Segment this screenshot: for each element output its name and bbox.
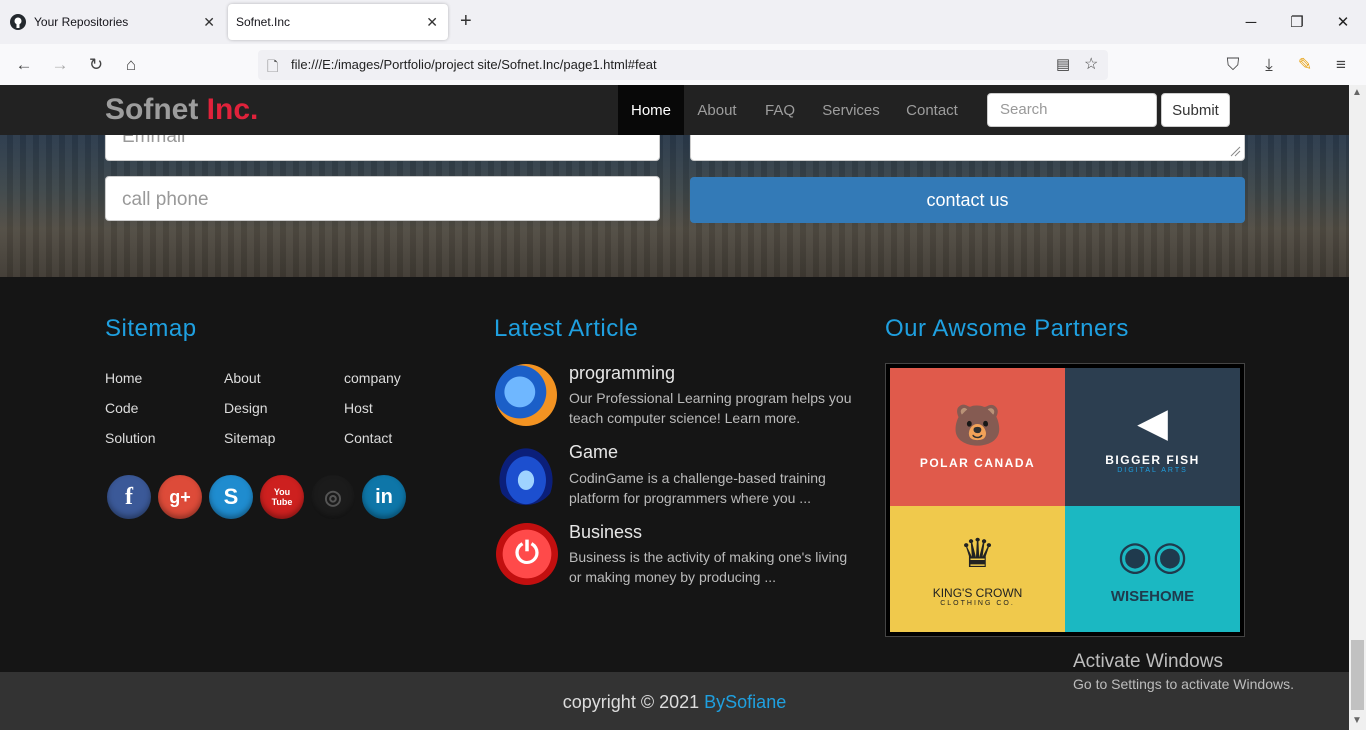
brand-main: Sofnet [105, 93, 199, 126]
sitemap-link-host[interactable]: Host [344, 400, 373, 416]
reload-icon[interactable]: ↻ [83, 52, 109, 78]
tab-label: Sofnet.Inc [236, 15, 291, 29]
sitemap-title: Sitemap [105, 315, 197, 342]
polar-bear-icon: 🐻 [952, 404, 1003, 448]
extension-icon[interactable]: ✎ [1292, 52, 1318, 78]
partner-kings-crown[interactable]: ♛ KING'S CROWN CLOTHING CO. [890, 506, 1065, 632]
url-bar[interactable]: 🗋 file:///E:/images/Portfolio/project si… [258, 50, 1108, 80]
article-title[interactable]: programming [569, 363, 675, 384]
sitemap-link-solution[interactable]: Solution [105, 430, 156, 446]
nav-faq[interactable]: FAQ [750, 85, 810, 135]
close-window-button[interactable]: ✕ [1328, 10, 1358, 34]
sitemap-link-home[interactable]: Home [105, 370, 142, 386]
article-title[interactable]: Business [569, 522, 642, 543]
scroll-down-icon[interactable]: ▼ [1352, 715, 1362, 726]
forward-icon[interactable]: → [47, 52, 73, 78]
partner-polar-canada[interactable]: 🐻 POLAR CANADA [890, 368, 1065, 506]
minimize-button[interactable]: ─ [1236, 10, 1266, 34]
scroll-up-icon[interactable]: ▲ [1352, 87, 1362, 98]
firefox-icon [495, 364, 557, 426]
tab-label: Your Repositories [34, 15, 129, 29]
game-power-icon [495, 443, 557, 505]
contact-us-button[interactable]: contact us [690, 177, 1245, 223]
latest-article-title: Latest Article [494, 315, 639, 342]
close-tab-icon[interactable]: ✕ [203, 14, 215, 31]
page-viewport: Emmail call phone contact us Sofnet Inc.… [0, 85, 1349, 730]
sitemap-link-design[interactable]: Design [224, 400, 268, 416]
partners-title: Our Awsome Partners [885, 315, 1129, 342]
partner-bigger-fish[interactable]: ◀ BIGGER FISH DIGITAL ARTS [1065, 368, 1240, 506]
copyright-label: copyright © 2021 [562, 692, 700, 712]
restore-button[interactable]: ❐ [1282, 10, 1312, 34]
home-icon[interactable]: ⌂ [118, 52, 144, 78]
article-text: CodinGame is a challenge-based training … [569, 470, 826, 506]
search-input[interactable]: Search [987, 93, 1157, 127]
site-brand[interactable]: Sofnet Inc. [105, 93, 258, 127]
partner-name: BIGGER FISH [1105, 452, 1200, 467]
sitemap-link-company[interactable]: company [344, 370, 401, 386]
linkedin-icon[interactable]: in [362, 475, 406, 519]
back-icon[interactable]: ← [11, 52, 37, 78]
site-navbar: Sofnet Inc. Home About FAQ Services Cont… [0, 85, 1349, 135]
windows-activation-title: Activate Windows [1073, 651, 1223, 672]
new-tab-button[interactable]: + [460, 10, 472, 33]
copyright-text: copyright © 2021 BySofiane [0, 692, 1349, 713]
nav-contact[interactable]: Contact [892, 85, 972, 135]
windows-activation-subtitle: Go to Settings to activate Windows. [1073, 676, 1294, 692]
pocket-icon[interactable]: ⛉ [1220, 52, 1246, 78]
article-text: Business is the activity of making one's… [569, 549, 848, 585]
menu-icon[interactable]: ≡ [1328, 52, 1354, 78]
partner-sub: DIGITAL ARTS [1117, 466, 1188, 474]
submit-button[interactable]: Submit [1161, 93, 1230, 127]
partner-name: POLAR CANADA [919, 456, 1036, 470]
page-icon: 🗋 [267, 58, 279, 74]
article-title[interactable]: Game [569, 442, 618, 463]
owl-icon: ◉◉ [1117, 533, 1188, 578]
article-text: Our Professional Learning program helps … [569, 390, 852, 426]
partners-grid: 🐻 POLAR CANADA ◀ BIGGER FISH DIGITAL ART… [885, 363, 1245, 637]
facebook-icon[interactable]: f [107, 475, 151, 519]
phone-field[interactable]: call phone [105, 176, 660, 221]
scrollbar[interactable]: ▲ ▼ [1349, 85, 1366, 730]
youtube-icon[interactable]: You Tube [260, 475, 304, 519]
close-tab-icon[interactable]: ✕ [426, 14, 438, 31]
lion-icon: ♛ [959, 531, 996, 576]
phone-placeholder: call phone [122, 189, 209, 210]
google-plus-icon[interactable]: g+ [158, 475, 202, 519]
tab-sofnet[interactable]: Sofnet.Inc ✕ [228, 4, 448, 40]
partner-sub: CLOTHING CO. [940, 599, 1015, 607]
browser-toolbar: ← → ↻ ⌂ 🗋 file:///E:/images/Portfolio/pr… [0, 44, 1366, 86]
browser-tab-bar: Your Repositories ✕ Sofnet.Inc ✕ + ─ ❐ ✕ [0, 0, 1366, 44]
skype-icon[interactable]: S [209, 475, 253, 519]
partner-name: KING'S CROWN [932, 585, 1023, 600]
nav-about[interactable]: About [684, 85, 750, 135]
fish-icon: ◀ [1137, 400, 1168, 445]
sitemap-link-about[interactable]: About [224, 370, 261, 386]
nav-home[interactable]: Home [618, 85, 684, 135]
download-icon[interactable]: ⤓ [1256, 52, 1282, 78]
bookmark-star-icon[interactable]: ☆ [1084, 54, 1098, 74]
brand-accent: Inc. [206, 93, 259, 126]
partner-name: WISEHOME [1110, 587, 1195, 605]
github-icon [10, 14, 26, 30]
url-text: file:///E:/images/Portfolio/project site… [291, 57, 657, 72]
sitemap-link-sitemap[interactable]: Sitemap [224, 430, 275, 446]
reader-view-icon[interactable]: ▤ [1056, 55, 1070, 73]
sitemap-link-code[interactable]: Code [105, 400, 138, 416]
scroll-thumb[interactable] [1351, 640, 1364, 710]
instagram-icon[interactable]: ◎ [311, 475, 355, 519]
copyright-author-link[interactable]: BySofiane [704, 692, 786, 712]
resize-handle-icon[interactable] [1229, 145, 1241, 157]
power-button-icon: ⏻ [496, 523, 558, 585]
nav-services[interactable]: Services [810, 85, 892, 135]
tab-your-repositories[interactable]: Your Repositories ✕ [0, 4, 225, 40]
sitemap-link-contact[interactable]: Contact [344, 430, 392, 446]
partner-wisehome[interactable]: ◉◉ WISEHOME [1065, 506, 1240, 632]
